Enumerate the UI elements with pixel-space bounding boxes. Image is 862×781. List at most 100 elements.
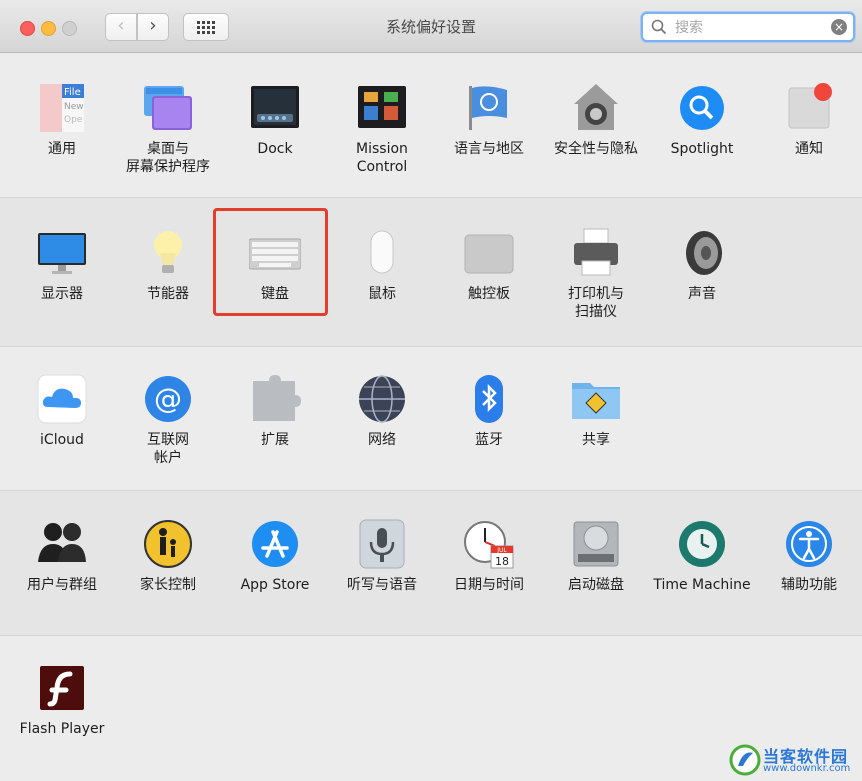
pane-label: 触控板 xyxy=(468,286,510,302)
system-preferences-window: ‹ › 系统偏好设置 × xyxy=(0,0,862,781)
notifications-icon xyxy=(788,83,832,129)
svg-text:18: 18 xyxy=(495,555,509,568)
pane-date-time[interactable]: JUL 18 日期与时间 xyxy=(436,518,542,594)
pane-label: 节能器 xyxy=(147,286,189,302)
energy-saver-icon xyxy=(154,231,182,273)
watermark-logo-icon xyxy=(729,744,761,776)
pane-notifications[interactable]: 通知 xyxy=(756,82,862,158)
pane-mission-control[interactable]: Mission Control xyxy=(329,82,435,176)
clear-search-icon[interactable]: × xyxy=(831,19,847,35)
parental-controls-icon xyxy=(144,520,192,568)
pane-label: iCloud xyxy=(40,432,84,448)
pane-label: 桌面与 屏幕保护程序 xyxy=(126,141,210,175)
bluetooth-icon xyxy=(475,375,503,423)
pane-label: 网络 xyxy=(368,432,396,448)
internet-accounts-icon: @ xyxy=(145,376,191,422)
sharing-icon xyxy=(572,383,620,419)
show-all-button[interactable] xyxy=(183,13,229,41)
pane-label: 启动磁盘 xyxy=(568,577,624,593)
pane-label: 鼠标 xyxy=(368,286,396,302)
pane-printers-scanners[interactable]: 打印机与 扫描仪 xyxy=(543,227,649,321)
pane-label: 用户与群组 xyxy=(27,577,97,593)
pane-label: Mission Control xyxy=(356,141,408,175)
pane-flash-player[interactable]: Flash Player xyxy=(9,662,115,738)
pane-label: 听写与语音 xyxy=(347,577,417,593)
svg-text:@: @ xyxy=(154,382,182,415)
forward-button[interactable]: › xyxy=(137,13,169,41)
desktop-screensaver-icon xyxy=(144,86,192,130)
search-icon xyxy=(651,19,667,35)
pane-bluetooth[interactable]: 蓝牙 xyxy=(436,373,542,449)
pane-time-machine[interactable]: Time Machine xyxy=(649,518,755,594)
general-icon: File New Ope xyxy=(40,84,84,132)
back-button[interactable]: ‹ xyxy=(105,13,137,41)
pane-sharing[interactable]: 共享 xyxy=(543,373,649,449)
dock-icon xyxy=(251,86,299,128)
svg-text:Ope: Ope xyxy=(64,115,83,125)
pane-label: 日期与时间 xyxy=(454,577,524,593)
pane-label: 蓝牙 xyxy=(475,432,503,448)
pane-internet-accounts[interactable]: @ 互联网 帐户 xyxy=(115,373,221,467)
pane-language-region[interactable]: 语言与地区 xyxy=(436,82,542,158)
pane-extensions[interactable]: 扩展 xyxy=(222,373,328,449)
title-bar: ‹ › 系统偏好设置 × xyxy=(0,0,862,53)
svg-text:JUL: JUL xyxy=(496,547,507,554)
pane-icloud[interactable]: iCloud xyxy=(9,373,115,449)
mouse-icon xyxy=(370,230,394,274)
search-field[interactable]: × xyxy=(641,12,855,42)
grid-icon xyxy=(197,21,215,34)
pane-label: 声音 xyxy=(688,286,716,302)
accessibility-icon xyxy=(786,521,832,567)
users-groups-icon xyxy=(38,523,86,562)
app-store-icon xyxy=(252,521,298,567)
pane-displays[interactable]: 显示器 xyxy=(9,227,115,303)
pane-desktop-screensaver[interactable]: 桌面与 屏幕保护程序 xyxy=(115,82,221,176)
date-time-icon: JUL 18 xyxy=(464,521,514,569)
pane-label: 共享 xyxy=(582,432,610,448)
startup-disk-icon xyxy=(573,521,619,567)
sound-icon xyxy=(686,231,722,275)
mission-control-icon xyxy=(358,86,406,128)
language-region-icon xyxy=(469,86,507,130)
pane-label: 安全性与隐私 xyxy=(554,141,638,157)
close-window-button[interactable] xyxy=(20,21,35,36)
extensions-icon xyxy=(253,375,301,421)
pane-security-privacy[interactable]: 安全性与隐私 xyxy=(543,82,649,158)
pane-spotlight[interactable]: Spotlight xyxy=(649,82,755,158)
pane-label: 扩展 xyxy=(261,432,289,448)
pane-label: App Store xyxy=(240,577,310,593)
pane-app-store[interactable]: App Store xyxy=(222,518,328,594)
pane-trackpad[interactable]: 触控板 xyxy=(436,227,542,303)
minimize-window-button[interactable] xyxy=(41,21,56,36)
spotlight-icon xyxy=(680,86,724,130)
security-privacy-icon xyxy=(574,84,618,130)
pane-label: Spotlight xyxy=(670,141,734,157)
search-input[interactable] xyxy=(673,17,827,39)
pane-label: 互联网 帐户 xyxy=(147,432,189,466)
pane-sound[interactable]: 声音 xyxy=(649,227,755,303)
trackpad-icon xyxy=(464,234,514,274)
displays-icon xyxy=(38,233,86,274)
pane-dock[interactable]: Dock xyxy=(222,82,328,158)
svg-text:File: File xyxy=(64,87,81,98)
pane-network[interactable]: 网络 xyxy=(329,373,435,449)
pane-general[interactable]: File New Ope 通用 xyxy=(9,82,115,158)
pane-users-groups[interactable]: 用户与群组 xyxy=(9,518,115,594)
watermark-url: www.downkr.com xyxy=(763,763,851,774)
pane-parental-controls[interactable]: 家长控制 xyxy=(115,518,221,594)
printers-scanners-icon xyxy=(574,228,618,276)
pane-startup-disk[interactable]: 启动磁盘 xyxy=(543,518,649,594)
pane-accessibility[interactable]: 辅助功能 xyxy=(756,518,862,594)
network-icon xyxy=(359,375,405,423)
pane-dictation-speech[interactable]: 听写与语音 xyxy=(329,518,435,594)
pane-energy-saver[interactable]: 节能器 xyxy=(115,227,221,303)
flash-player-icon xyxy=(40,666,84,710)
pane-label: 通用 xyxy=(48,141,76,157)
pane-label: 家长控制 xyxy=(140,577,196,593)
keyboard-highlight-box xyxy=(213,208,328,316)
pane-label: Flash Player xyxy=(19,721,105,737)
pane-label: 语言与地区 xyxy=(454,141,524,157)
pane-mouse[interactable]: 鼠标 xyxy=(329,227,435,303)
zoom-window-button[interactable] xyxy=(62,21,77,36)
pane-label: 打印机与 扫描仪 xyxy=(568,286,624,320)
